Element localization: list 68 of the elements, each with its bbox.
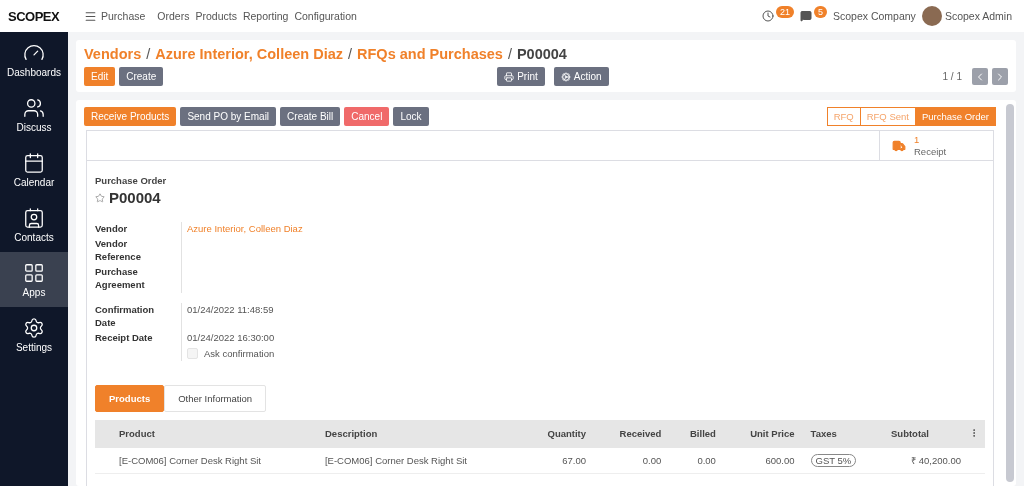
table-cell: ₹ 40,200.00 [883,447,969,473]
field-label: Vendor [95,222,129,236]
checkbox[interactable] [187,348,198,360]
column-header[interactable]: Subtotal [883,419,969,448]
breadcrumb-separator: / [146,46,151,62]
field-value: 01/24/2022 16:30:00 [187,331,275,343]
checkbox-label: Ask confirmation [204,347,275,361]
gear-icon [560,71,571,82]
document-title: P00004 [109,189,161,206]
contact-card-icon [23,206,45,229]
breadcrumb-separator: / [507,46,512,62]
column-header[interactable]: Billed [669,419,724,448]
menu-item[interactable]: Orders [157,10,190,22]
avatar[interactable] [921,6,942,26]
menu-icon[interactable] [84,9,97,23]
pager: 1 / 1 [942,71,962,82]
column-header[interactable]: Unit Price [723,419,803,448]
control-button[interactable]: Create [119,67,164,86]
table-cell: 0.00 [594,447,670,473]
table-cell: [E-COM06] Corner Desk Right Sit [317,447,523,473]
calendar-icon [23,151,45,174]
header-button[interactable]: Create Bill [280,107,341,126]
breadcrumb-separator: / [348,46,353,62]
header-button[interactable]: Send PO by Email [180,107,277,126]
grid-icon [23,261,45,284]
action-button[interactable]: Action [553,67,609,86]
chat-icon[interactable] [799,10,812,22]
table-cell: 0.00 [669,447,724,473]
sidebar-item[interactable]: Calendar [0,142,68,197]
table-cell: 600.00 [723,447,803,473]
field-label: Receipt Date [95,330,154,345]
activity-count: 21 [775,6,794,18]
app-name[interactable]: Purchase [101,10,146,22]
message-count: 5 [813,6,827,18]
table-cell: 67.00 [522,447,595,473]
column-header[interactable]: Received [594,419,670,448]
column-header[interactable]: Description [317,419,523,448]
field-label: Vendor Reference [95,236,142,264]
print-icon [504,71,515,82]
scrollbar[interactable] [1006,104,1014,482]
sidebar-item[interactable]: Apps [0,252,68,307]
record-name: P00004 [516,46,567,62]
clock-icon[interactable] [761,10,774,22]
menu-item[interactable]: Configuration [294,10,357,22]
star-icon[interactable] [95,192,105,203]
sidebar-item[interactable]: Dashboards [0,32,68,87]
sidebar-item[interactable]: Settings [0,307,68,362]
sidebar-item[interactable]: Contacts [0,197,68,252]
document-type: Purchase Order [95,175,168,186]
menu-item[interactable]: Products [195,10,237,22]
action-button[interactable]: Print [497,67,545,86]
settings-icon [23,316,45,339]
field-label: Confirmation Date [95,302,156,330]
truck-icon [892,138,906,153]
table-cell: [E-COM06] Corner Desk Right Sit [111,447,317,473]
sidebar-item[interactable]: Discuss [0,87,68,142]
user-name[interactable]: Scopex Admin [944,10,1012,22]
logo: SCOPEX [8,8,61,24]
column-header[interactable]: Taxes [802,419,883,448]
field-value: 01/24/2022 11:48:59 [187,303,274,315]
column-header[interactable]: Quantity [522,419,595,448]
company-name[interactable]: Scopex Company [833,10,916,22]
tab[interactable]: Other Information [164,384,267,412]
field-label: Purchase Agreement [95,264,146,292]
menu-item[interactable]: Reporting [242,10,289,22]
people-icon [23,96,45,119]
column-header[interactable]: Product [111,419,317,448]
header-button[interactable]: Lock [393,107,429,126]
